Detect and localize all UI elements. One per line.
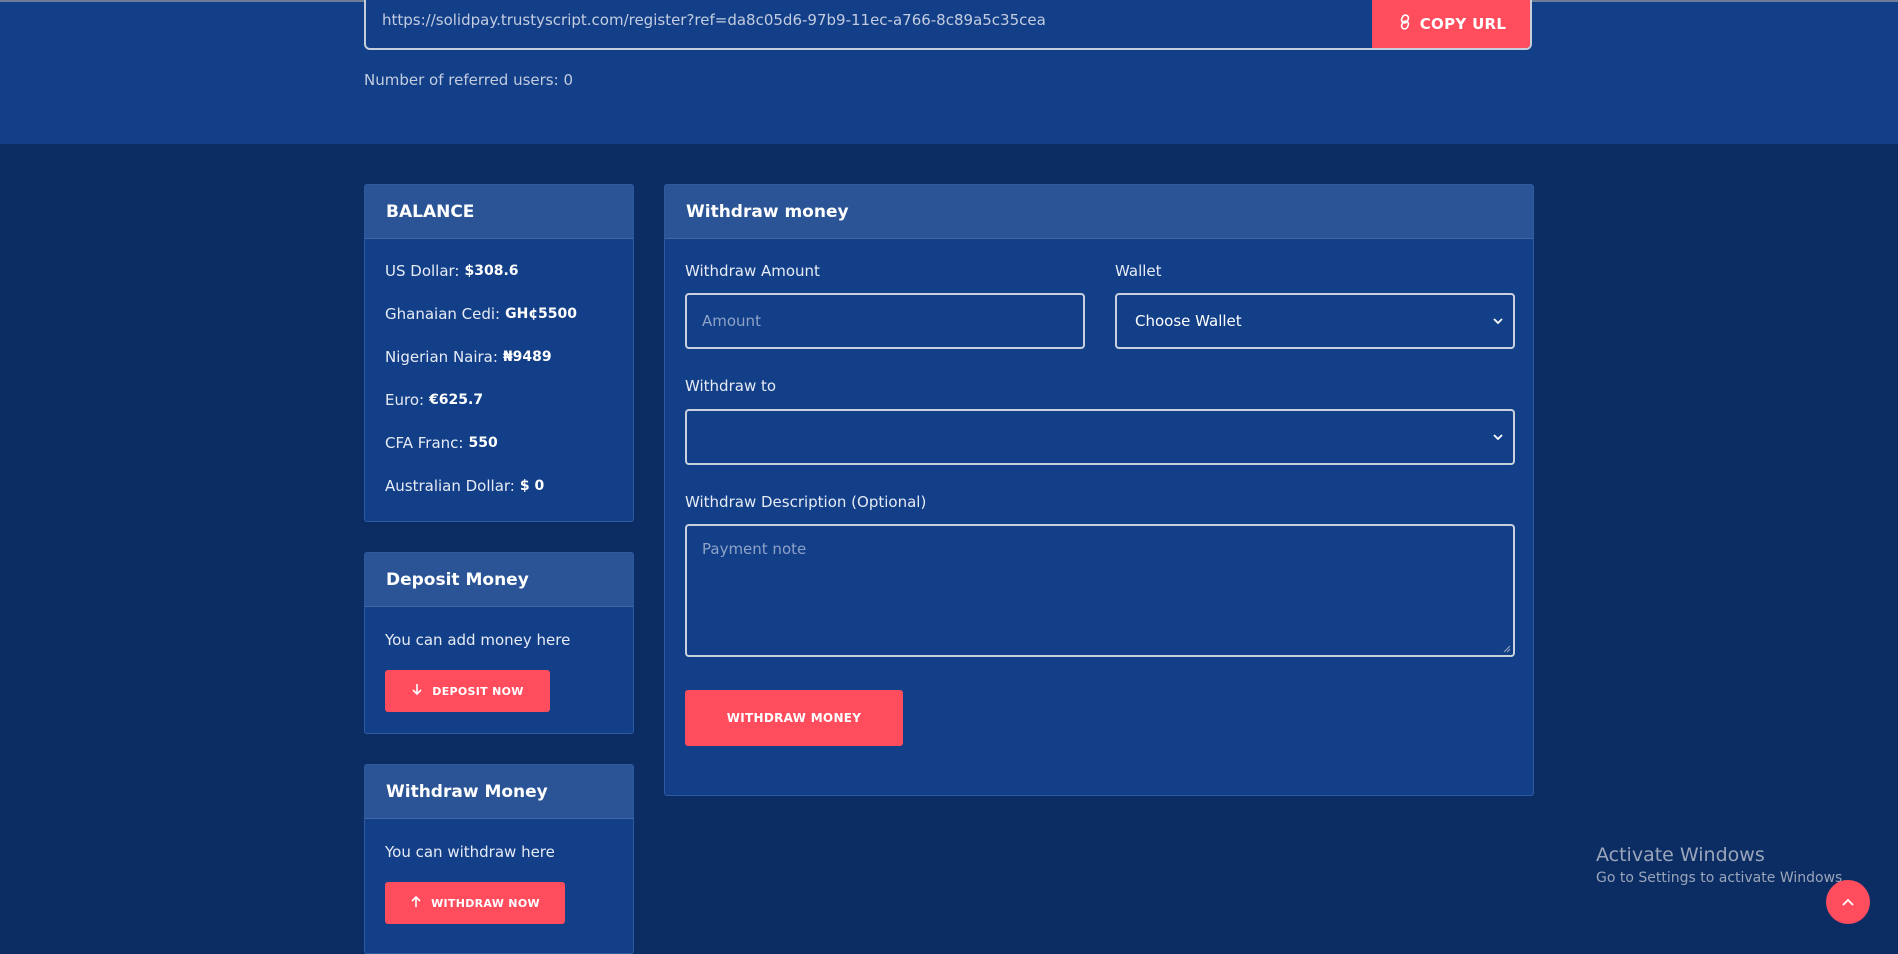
windows-activation-watermark: Activate Windows Go to Settings to activ… — [1596, 844, 1847, 886]
balance-item-aud: Australian Dollar: $ 0 — [385, 476, 545, 495]
referral-url-text[interactable]: https://solidpay.trustyscript.com/regist… — [382, 11, 1046, 29]
deposit-now-button[interactable]: DEPOSIT NOW — [385, 670, 550, 712]
withdraw-card-text: You can withdraw here — [385, 843, 555, 861]
chevron-down-icon — [1493, 318, 1503, 325]
withdraw-to-label: Withdraw to — [685, 377, 777, 395]
chevron-up-icon — [1842, 898, 1854, 906]
withdraw-card-title: Withdraw Money — [365, 765, 633, 819]
withdraw-amount-input[interactable]: Amount — [685, 293, 1085, 349]
balance-title: BALANCE — [365, 185, 633, 239]
balance-card: BALANCE US Dollar: $308.6 Ghanaian Cedi: G… — [364, 184, 634, 522]
withdraw-form-title: Withdraw money — [665, 185, 1533, 239]
resize-handle-icon[interactable] — [1503, 645, 1511, 653]
withdraw-amount-label: Withdraw Amount — [685, 262, 820, 280]
copy-url-button[interactable]: COPY URL — [1372, 0, 1530, 48]
scroll-to-top-button[interactable] — [1826, 880, 1870, 924]
balance-item-eur: Euro: €625.7 — [385, 390, 484, 409]
arrow-up-icon — [410, 895, 422, 911]
withdraw-form-card: Withdraw money Withdraw Amount Amount Wa… — [664, 184, 1534, 796]
withdraw-to-select[interactable] — [685, 409, 1515, 465]
balance-item-ngn: Nigerian Naira: ₦9489 — [385, 347, 552, 366]
referral-url-field[interactable]: https://solidpay.trustyscript.com/regist… — [364, 0, 1532, 50]
balance-list: US Dollar: $308.6 Ghanaian Cedi: GH¢5500 N… — [365, 239, 633, 507]
balance-item-usd: US Dollar: $308.6 — [385, 261, 519, 280]
referred-users-count: Number of referred users: 0 — [364, 71, 573, 89]
deposit-card: Deposit Money You can add money here DEP… — [364, 552, 634, 734]
deposit-card-title: Deposit Money — [365, 553, 633, 607]
copy-url-label: COPY URL — [1419, 15, 1507, 33]
deposit-card-text: You can add money here — [385, 631, 571, 649]
balance-item-ghs: Ghanaian Cedi: GH¢5500 — [385, 304, 578, 323]
withdraw-description-label: Withdraw Description (Optional) — [685, 493, 927, 511]
withdraw-card: Withdraw Money You can withdraw here WIT… — [364, 764, 634, 954]
arrow-down-icon — [411, 683, 423, 699]
withdraw-now-button[interactable]: WITHDRAW NOW — [385, 882, 565, 924]
link-icon — [1398, 14, 1412, 34]
chevron-down-icon — [1493, 434, 1503, 441]
withdraw-money-button[interactable]: WITHDRAW MONEY — [685, 690, 903, 746]
withdraw-description-textarea[interactable]: Payment note — [685, 524, 1515, 657]
wallet-label: Wallet — [1115, 262, 1162, 280]
balance-item-xof: CFA Franc: 550 — [385, 433, 498, 452]
wallet-select[interactable]: Choose Wallet — [1115, 293, 1515, 349]
